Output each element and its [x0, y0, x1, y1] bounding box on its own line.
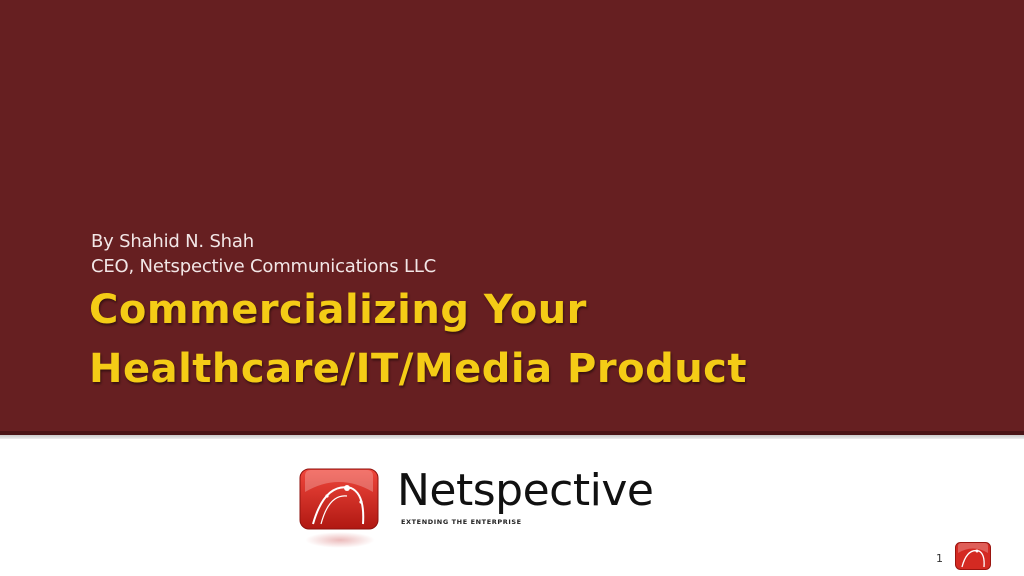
slide-title-line-1: Commercializing Your: [89, 287, 587, 333]
brand-name: Netspective: [397, 465, 654, 516]
page-number: 1: [936, 552, 943, 565]
banner-divider-shadow: [0, 435, 1024, 439]
slide: By Shahid N. Shah CEO, Netspective Commu…: [0, 0, 1024, 576]
author-name: By Shahid N. Shah: [91, 231, 254, 252]
logo-reflection: [305, 532, 375, 548]
netspective-corner-logo-icon: [955, 542, 991, 570]
author-title: CEO, Netspective Communications LLC: [91, 256, 437, 277]
netspective-logo-icon: [299, 468, 379, 530]
slide-title-line-2: Healthcare/IT/Media Product: [89, 346, 748, 392]
brand-tagline: EXTENDING THE ENTERPRISE: [401, 518, 522, 526]
